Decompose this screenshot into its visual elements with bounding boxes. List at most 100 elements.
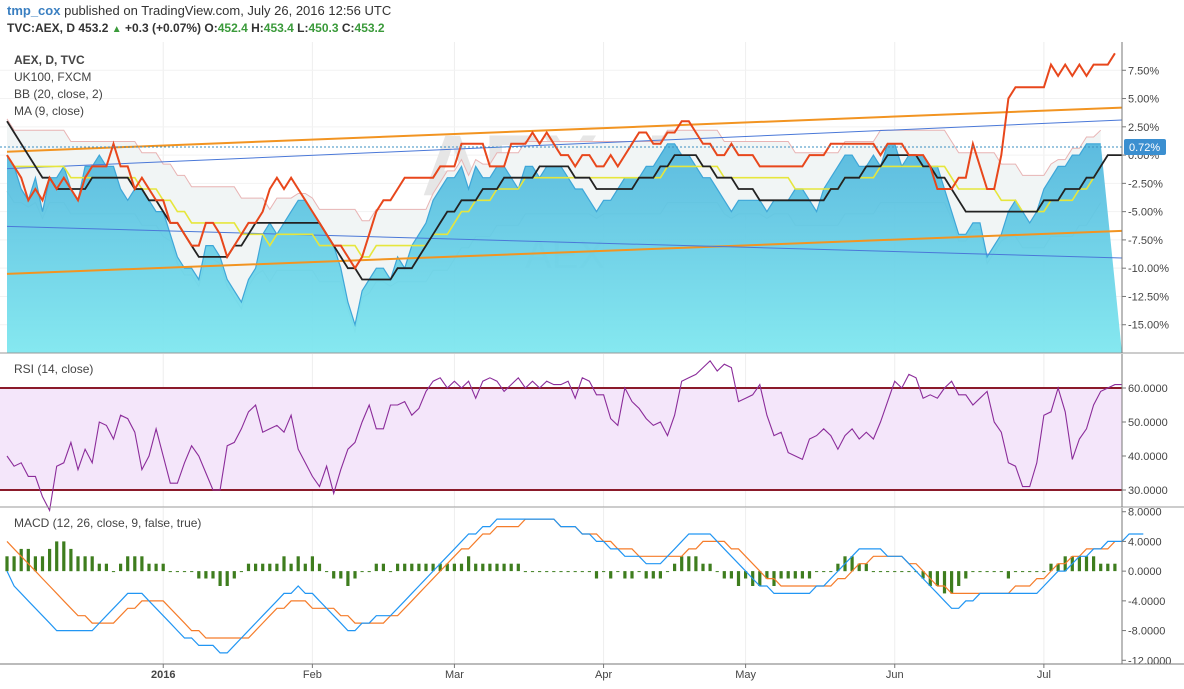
macd-histogram-bar xyxy=(630,571,634,579)
macd-histogram-bar xyxy=(893,571,897,573)
macd-histogram-bar xyxy=(502,563,506,572)
main-tick-label: 2.50% xyxy=(1128,122,1159,134)
macd-histogram-bar xyxy=(19,548,23,572)
macd-histogram-bar xyxy=(1077,556,1081,572)
macd-histogram-bar xyxy=(211,571,215,579)
legend-macd[interactable]: MACD (12, 26, close, 9, false, true) xyxy=(14,516,201,530)
macd-histogram-bar xyxy=(147,563,151,572)
macd-histogram-bar xyxy=(310,556,314,572)
macd-histogram-bar xyxy=(168,571,172,573)
x-tick-label: Jun xyxy=(886,669,904,681)
x-tick-label: 2016 xyxy=(151,669,175,681)
macd-histogram-bar xyxy=(715,571,719,573)
main-tick-label: 7.50% xyxy=(1128,65,1159,77)
main-tick-label: -10.00% xyxy=(1128,263,1169,275)
rsi-tick-label: 30.0000 xyxy=(1128,485,1168,497)
legend-bb[interactable]: BB (20, close, 2) xyxy=(14,87,103,101)
macd-histogram-bar xyxy=(602,571,606,573)
macd-histogram-bar xyxy=(396,563,400,572)
chart-root: tmp_cox published on TradingView.com, Ju… xyxy=(0,0,1184,689)
macd-histogram-bar xyxy=(644,571,648,579)
macd-histogram-bar xyxy=(1021,571,1025,573)
macd-histogram-bar xyxy=(239,571,243,573)
macd-histogram-bar xyxy=(878,571,883,573)
main-tick-label: 5.00% xyxy=(1128,94,1159,106)
macd-histogram-bar xyxy=(204,571,208,579)
macd-histogram-bar xyxy=(530,571,535,573)
macd-histogram-bar xyxy=(538,571,542,573)
macd-histogram-bar xyxy=(261,563,265,572)
macd-histogram-bar xyxy=(1035,571,1039,573)
macd-histogram-bar xyxy=(303,563,307,572)
macd-histogram-bar xyxy=(197,571,201,579)
macd-histogram-bar xyxy=(353,571,357,579)
macd-histogram-bar xyxy=(360,571,364,573)
macd-histogram-bar xyxy=(467,556,471,572)
macd-histogram-bar xyxy=(1006,571,1010,579)
legend-uk100[interactable]: UK100, FXCM xyxy=(14,70,91,84)
macd-histogram-bar xyxy=(793,571,797,579)
macd-histogram-bar xyxy=(758,571,762,586)
macd-histogram-bar xyxy=(559,571,563,573)
macd-histogram-bar xyxy=(325,571,329,573)
macd-histogram-bar xyxy=(459,563,464,572)
macd-histogram-bar xyxy=(964,571,968,579)
legend-aex[interactable]: AEX, D, TVC xyxy=(14,53,85,67)
macd-histogram-bar xyxy=(474,563,478,572)
macd-histogram-bar xyxy=(871,571,875,573)
macd-histogram-bar xyxy=(523,571,527,573)
macd-histogram-bar xyxy=(388,571,393,573)
macd-tick-label: 8.0000 xyxy=(1128,507,1162,519)
macd-histogram-bar xyxy=(48,548,52,572)
macd-histogram-bar xyxy=(55,541,59,572)
macd-histogram-bar xyxy=(616,571,620,573)
main-tick-label: -15.00% xyxy=(1128,320,1169,332)
macd-histogram-bar xyxy=(651,571,655,579)
legend-rsi[interactable]: RSI (14, close) xyxy=(14,362,93,376)
macd-histogram-bar xyxy=(907,571,911,573)
macd-histogram-bar xyxy=(509,563,513,572)
macd-histogram-bar xyxy=(133,556,137,572)
macd-histogram-bar xyxy=(246,563,251,572)
macd-tick-label: -12.0000 xyxy=(1128,655,1171,667)
macd-histogram-bar xyxy=(815,571,819,573)
macd-histogram-bar xyxy=(1028,571,1032,573)
macd-histogram-bar xyxy=(779,571,783,579)
macd-histogram-bar xyxy=(268,563,272,572)
main-pane[interactable]: AEX, DAEX7.50%5.00%2.50%0.00%-2.50%-5.00… xyxy=(0,42,1184,664)
macd-histogram-bar xyxy=(1042,571,1046,573)
macd-histogram-bar xyxy=(452,563,456,572)
macd-histogram-bar xyxy=(374,563,378,572)
macd-histogram-bar xyxy=(687,556,691,572)
macd-histogram-bar xyxy=(111,571,116,573)
macd-histogram-bar xyxy=(800,571,804,579)
macd-histogram-bar xyxy=(154,563,158,572)
macd-histogram-bar xyxy=(296,556,300,572)
macd-histogram-bar xyxy=(545,571,549,573)
chart-svg[interactable]: AEX, DAEX7.50%5.00%2.50%0.00%-2.50%-5.00… xyxy=(0,0,1184,689)
main-tick-label: -12.50% xyxy=(1128,291,1169,303)
macd-histogram-bar xyxy=(182,571,187,573)
x-axis: 2016 Feb Mar Apr May Jun Jul xyxy=(0,663,1184,681)
macd-histogram-bar xyxy=(126,556,130,572)
x-tick-label: Feb xyxy=(303,669,322,681)
macd-histogram-bar xyxy=(552,571,556,573)
macd-histogram-bar xyxy=(985,571,989,573)
macd-histogram-bar xyxy=(332,571,336,579)
macd-histogram-bar xyxy=(317,563,322,572)
macd-histogram-bar xyxy=(978,571,982,573)
macd-histogram-bar xyxy=(33,556,37,572)
macd-histogram-bar xyxy=(1084,556,1089,572)
macd-histogram-bar xyxy=(69,548,73,572)
legend-ma[interactable]: MA (9, close) xyxy=(14,104,84,118)
macd-tick-label: -8.0000 xyxy=(1128,626,1165,638)
macd-histogram-bar xyxy=(1099,563,1103,572)
macd-tick-label: -4.0000 xyxy=(1128,596,1165,608)
macd-histogram-bar xyxy=(289,563,293,572)
macd-histogram-bar xyxy=(935,571,939,586)
macd-histogram-bar xyxy=(104,563,108,572)
macd-histogram-bar xyxy=(566,571,570,573)
macd-histogram-bar xyxy=(1113,563,1117,572)
macd-histogram-bar xyxy=(722,571,726,579)
macd-histogram-bar xyxy=(367,571,371,573)
